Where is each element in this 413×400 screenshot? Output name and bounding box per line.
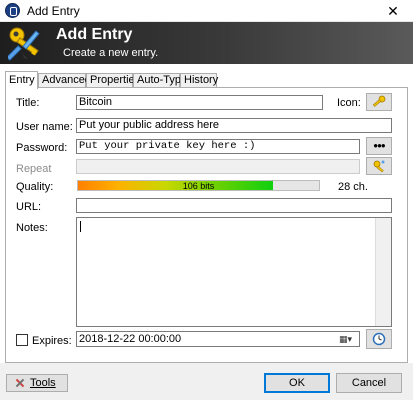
- tools-button-label: Tools: [30, 377, 56, 389]
- show-password-button[interactable]: ●●●: [366, 137, 392, 155]
- password-label: Password:: [16, 142, 68, 154]
- expires-label: Expires:: [32, 335, 72, 347]
- tab-history[interactable]: History: [180, 73, 218, 88]
- password-generator-icon: [373, 160, 385, 173]
- password-input[interactable]: Put your private key here :): [76, 139, 360, 154]
- notes-textarea[interactable]: [76, 217, 392, 327]
- expiry-date-picker[interactable]: 2018-12-22 00:00:00 ▦▾: [76, 331, 360, 347]
- username-label: User name:: [16, 121, 73, 133]
- standard-expiry-button[interactable]: [366, 329, 392, 349]
- banner-subtitle: Create a new entry.: [63, 47, 159, 59]
- close-icon[interactable]: ✕: [373, 0, 413, 22]
- tools-icon: [15, 378, 25, 388]
- tools-button[interactable]: Tools: [6, 374, 68, 392]
- url-input[interactable]: [76, 198, 392, 213]
- username-input[interactable]: Put your public address here: [76, 118, 392, 133]
- password-generator-button[interactable]: [366, 157, 392, 175]
- window-title: Add Entry: [27, 4, 80, 18]
- repeat-password-input: [76, 159, 360, 174]
- key-pencil-icon: [8, 27, 40, 61]
- notes-label: Notes:: [16, 222, 48, 234]
- window-titlebar: Add Entry ✕: [0, 0, 413, 22]
- cancel-button[interactable]: Cancel: [336, 373, 402, 393]
- calendar-dropdown-icon[interactable]: ▦▾: [339, 333, 358, 345]
- keepass-lock-icon: [5, 3, 20, 18]
- icon-label: Icon:: [337, 97, 361, 109]
- quality-meter: 106 bits: [77, 180, 320, 191]
- banner-title: Add Entry: [56, 26, 133, 43]
- icon-picker-button[interactable]: [366, 93, 392, 111]
- header-banner: Add Entry Create a new entry.: [0, 22, 413, 64]
- title-input[interactable]: Bitcoin: [76, 95, 323, 110]
- quality-length-text: 28 ch.: [338, 181, 368, 193]
- notes-scrollbar[interactable]: [375, 218, 391, 326]
- tab-auto-type[interactable]: Auto-Type: [133, 73, 187, 88]
- key-icon: [372, 95, 386, 107]
- tab-properties[interactable]: Properties: [86, 73, 140, 88]
- url-label: URL:: [16, 201, 42, 213]
- clock-icon: [372, 332, 386, 346]
- expiry-date-value: 2018-12-22 00:00:00: [79, 333, 182, 345]
- ok-button[interactable]: OK: [264, 373, 330, 393]
- tab-advanced[interactable]: Advanced: [38, 73, 91, 88]
- text-cursor: [80, 221, 81, 232]
- quality-label: Quality:: [16, 181, 54, 193]
- repeat-label: Repeat: [16, 163, 52, 175]
- tab-entry[interactable]: Entry: [5, 71, 38, 89]
- title-label: Title:: [16, 97, 40, 109]
- expires-checkbox[interactable]: [16, 334, 28, 346]
- quality-bits-text: 106 bits: [182, 181, 215, 191]
